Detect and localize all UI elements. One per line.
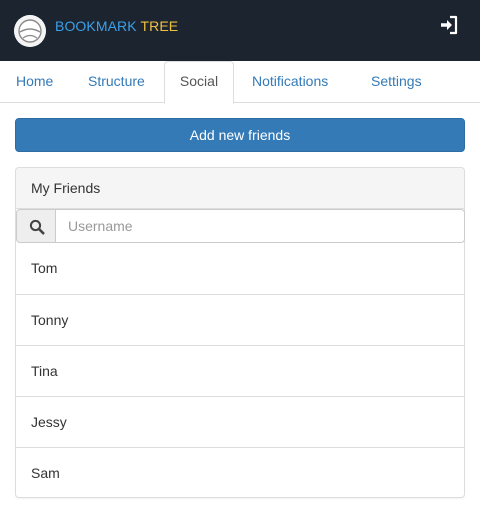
add-new-friends-button[interactable]: Add new friends [15, 118, 465, 152]
friend-item-jessy[interactable]: Jessy [16, 396, 464, 447]
friends-list: Tom Tonny Tina Jessy Sam [16, 243, 464, 498]
username-search-input[interactable] [55, 209, 465, 243]
search-icon [16, 209, 56, 243]
sign-in-icon[interactable] [438, 14, 460, 36]
tab-notifications[interactable]: Notifications [252, 61, 328, 103]
brand-secondary: TREE [140, 18, 179, 34]
avatar-logo-icon [14, 15, 46, 47]
friend-item-tina[interactable]: Tina [16, 345, 464, 396]
brand-title[interactable]: BOOKMARK TREE [55, 18, 178, 34]
brand-primary: BOOKMARK [55, 18, 137, 34]
tab-home[interactable]: Home [16, 61, 53, 103]
tab-social[interactable]: Social [164, 61, 234, 104]
tab-settings[interactable]: Settings [371, 61, 422, 103]
friend-item-sam[interactable]: Sam [16, 447, 464, 498]
top-navbar: BOOKMARK TREE [0, 0, 480, 61]
friend-search [16, 209, 465, 243]
tab-structure[interactable]: Structure [88, 61, 145, 103]
main-tabs: Home Structure Social Notifications Sett… [0, 61, 480, 104]
my-friends-panel: My Friends Tom Tonny Tina Jessy Sam [15, 167, 465, 498]
friend-item-tom[interactable]: Tom [16, 243, 464, 294]
friend-item-tonny[interactable]: Tonny [16, 294, 464, 345]
panel-title: My Friends [16, 168, 464, 209]
